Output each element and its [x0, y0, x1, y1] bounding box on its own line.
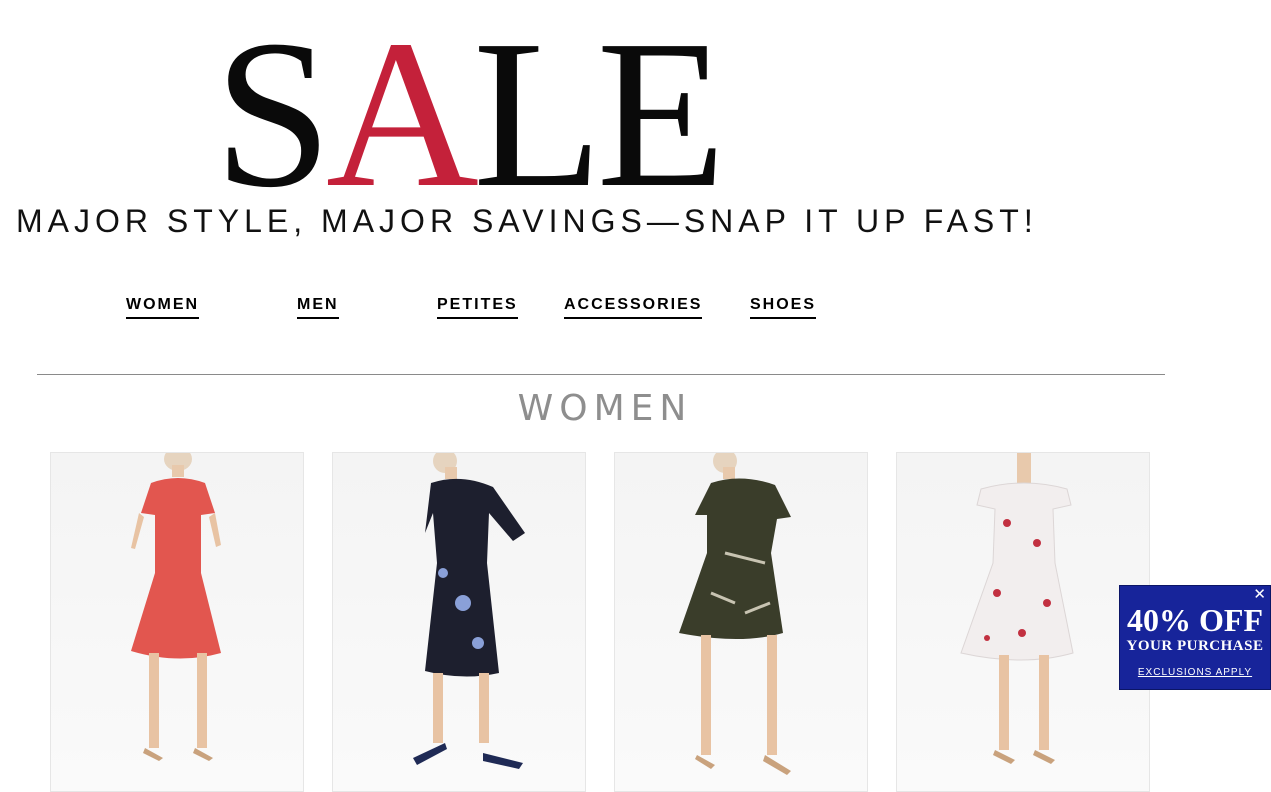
- product-image: [131, 453, 221, 761]
- exclusions-link[interactable]: EXCLUSIONS APPLY: [1138, 667, 1252, 678]
- close-icon[interactable]: ✕: [1253, 585, 1266, 603]
- section-heading: WOMEN: [517, 388, 693, 429]
- sale-hero-title: SALE: [214, 0, 726, 231]
- promo-subline: YOUR PURCHASE: [1126, 638, 1264, 654]
- sale-title-s: S: [214, 0, 332, 231]
- hero-tagline: MAJOR STYLE, MAJOR SAVINGS—SNAP IT UP FA…: [16, 203, 1038, 239]
- promo-headline: 40% OFF: [1127, 602, 1263, 638]
- nav-link-women[interactable]: WOMEN: [126, 296, 200, 319]
- category-nav: WOMEN MEN PETITES ACCESSORIES SHOES: [0, 296, 900, 326]
- sale-title-le: LE: [473, 0, 726, 231]
- nav-link-men[interactable]: MEN: [297, 296, 339, 319]
- nav-link-petites[interactable]: PETITES: [437, 296, 518, 319]
- product-image: [413, 453, 525, 769]
- product-image: [960, 453, 1074, 764]
- promo-badge[interactable]: ✕ 40% OFF YOUR PURCHASE EXCLUSIONS APPLY: [1119, 585, 1271, 690]
- product-card[interactable]: [50, 452, 304, 792]
- product-card[interactable]: [614, 452, 868, 792]
- nav-link-accessories[interactable]: ACCESSORIES: [564, 296, 703, 319]
- product-card[interactable]: [332, 452, 586, 792]
- nav-link-shoes[interactable]: SHOES: [750, 296, 817, 319]
- product-card[interactable]: [896, 452, 1150, 792]
- product-image: [679, 453, 791, 775]
- section-divider: [37, 374, 1165, 375]
- sale-title-accent-a: A: [325, 0, 479, 231]
